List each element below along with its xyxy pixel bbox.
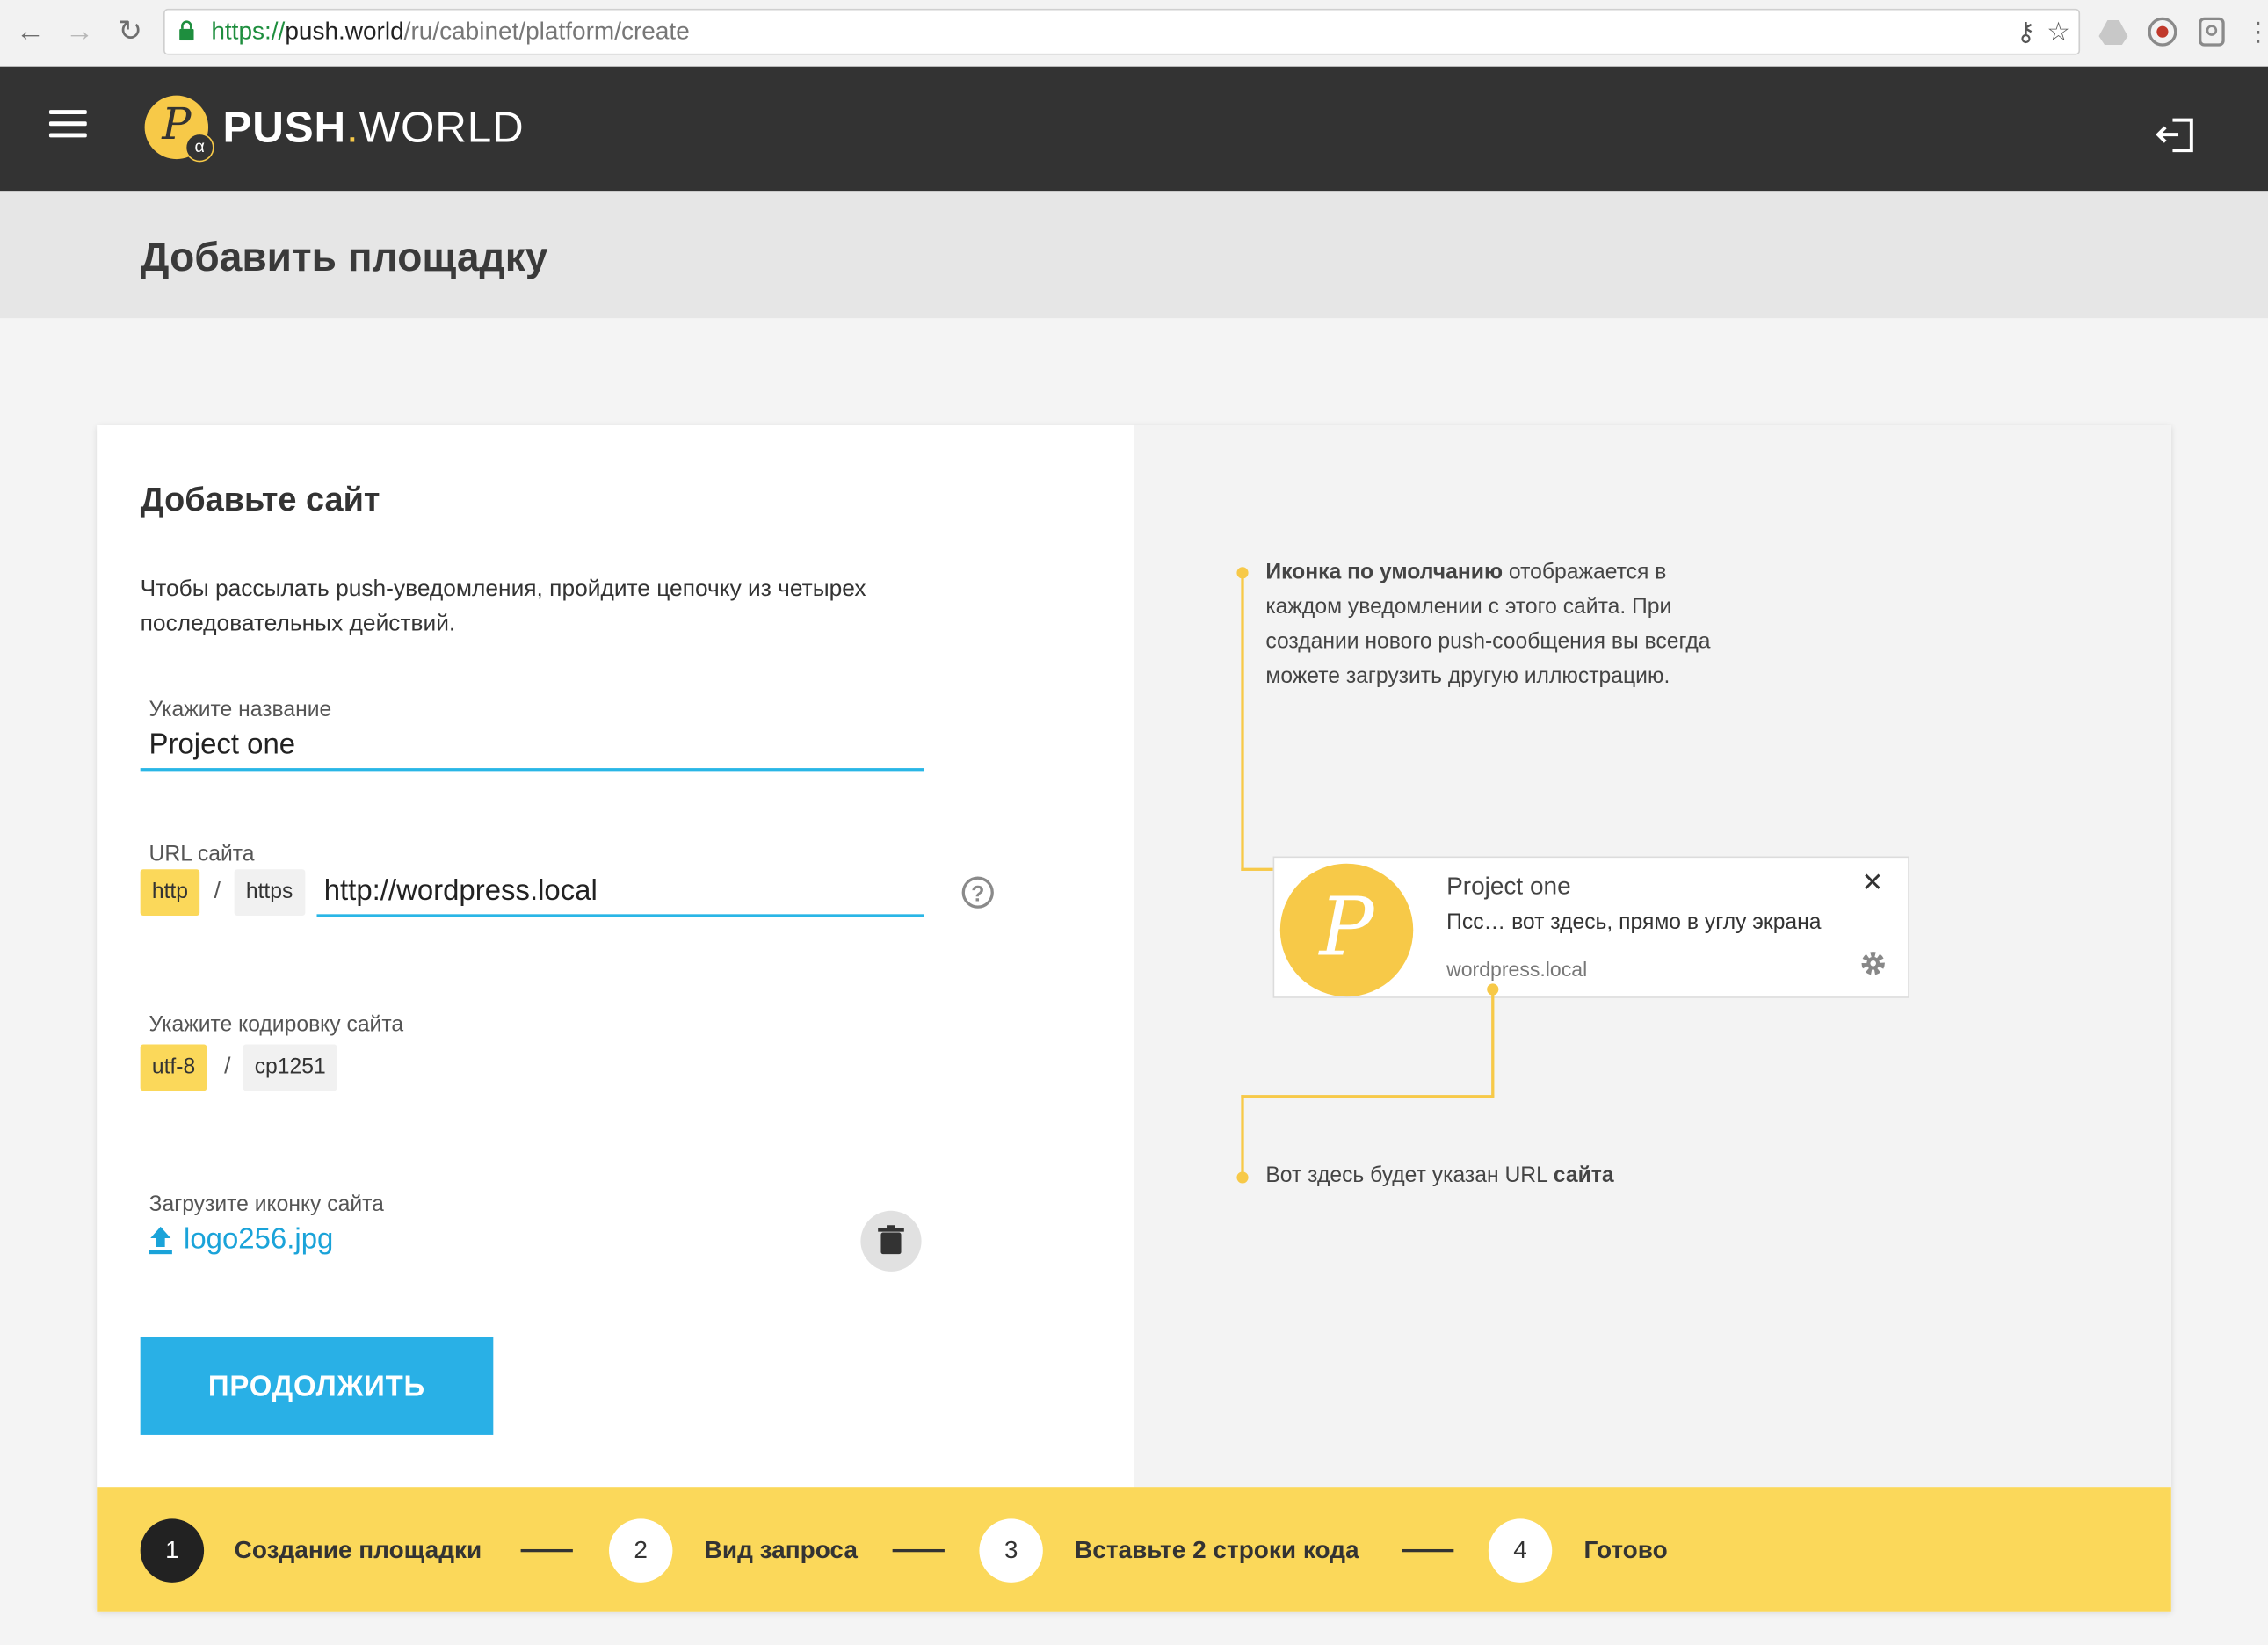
notification-body: Псс… вот здесь, прямо в углу экрана	[1446, 909, 1822, 935]
hamburger-menu-icon[interactable]	[48, 110, 87, 139]
hint-connector	[1241, 572, 1244, 871]
step-separator	[520, 1548, 573, 1553]
protocol-http-chip[interactable]: http	[140, 869, 200, 916]
back-arrow-icon[interactable]: ←	[11, 13, 49, 51]
uploaded-file-link[interactable]: logo256.jpg	[184, 1224, 333, 1257]
url-hint-text: Вот здесь будет указан URL сайта	[1265, 1163, 1614, 1188]
lock-icon	[179, 20, 194, 41]
bulb-extension-icon[interactable]	[2196, 16, 2228, 47]
name-input[interactable]: Project one	[149, 729, 296, 763]
url-input-underline	[316, 914, 924, 917]
form-intro: Чтобы рассылать push-уведомления, пройди…	[140, 576, 866, 637]
delete-icon-button[interactable]	[860, 1210, 922, 1272]
step-2-number: 2	[609, 1518, 673, 1583]
step-4-label: Готово	[1583, 1536, 1668, 1564]
address-bar[interactable]: https://push.world/ru/cabinet/platform/c…	[163, 8, 2081, 55]
trash-icon	[878, 1225, 904, 1255]
create-platform-card: Добавьте сайт Чтобы рассылать push-уведо…	[97, 424, 2171, 1612]
step-4-number: 4	[1488, 1518, 1553, 1583]
step-separator	[1402, 1548, 1454, 1553]
step-1-label: Создание площадки	[234, 1536, 482, 1564]
drive-extension-icon[interactable]	[2098, 16, 2129, 47]
step-1-number: 1	[140, 1518, 205, 1583]
site-form: Добавьте сайт Чтобы рассылать push-уведо…	[97, 424, 1134, 1488]
shield-extension-icon[interactable]	[2147, 16, 2178, 47]
form-title: Добавьте сайт	[140, 480, 380, 518]
close-icon: ✕	[1861, 867, 1884, 897]
hint-connector	[1241, 1095, 1495, 1098]
name-label: Укажите название	[149, 697, 332, 722]
logout-icon[interactable]	[2156, 116, 2196, 154]
brand-name[interactable]: PUSH.WORLD	[222, 105, 524, 154]
name-input-underline	[140, 768, 924, 772]
notification-title: Project one	[1446, 872, 1571, 900]
url-input[interactable]: http://wordpress.local	[324, 875, 598, 909]
encoding-separator: /	[224, 1054, 231, 1079]
step-2-label: Вид запроса	[704, 1536, 858, 1564]
hint-connector	[1241, 1095, 1244, 1173]
page-title-band: Добавить площадку	[0, 191, 2268, 319]
address-url: https://push.world/ru/cabinet/platform/c…	[211, 17, 690, 46]
star-icon[interactable]: ☆	[2047, 18, 2070, 48]
notification-preview: P Project one Псс… вот здесь, прямо в уг…	[1272, 856, 1909, 998]
key-icon[interactable]: ⚷	[2017, 18, 2036, 48]
browser-toolbar: ← → ↻ https://push.world/ru/cabinet/plat…	[0, 0, 2268, 69]
protocol-separator: /	[214, 879, 221, 904]
hint-connector	[1491, 989, 1495, 1097]
forward-arrow-icon[interactable]: →	[61, 13, 98, 51]
protocol-https-chip[interactable]: https	[234, 869, 305, 916]
app-header: P α PUSH.WORLD	[0, 66, 2268, 192]
encoding-cp1251-chip[interactable]: cp1251	[243, 1044, 337, 1091]
notification-logo-icon: P	[1279, 863, 1414, 997]
url-label: URL сайта	[149, 842, 255, 867]
logo-icon[interactable]: P α	[144, 95, 214, 163]
step-3-label: Вставьте 2 строки кода	[1075, 1536, 1359, 1564]
notification-preview-panel: Иконка по умолчанию отображается в каждо…	[1134, 424, 2171, 1488]
hint-marker	[1236, 1171, 1249, 1184]
upload-icon[interactable]	[146, 1224, 175, 1256]
icon-hint-text: Иконка по умолчанию отображается в каждо…	[1265, 560, 1711, 689]
help-icon[interactable]: ?	[961, 876, 994, 909]
reload-icon[interactable]: ↻	[112, 13, 149, 51]
continue-button[interactable]: ПРОДОЛЖИТЬ	[140, 1336, 494, 1435]
progress-steps: 1 Создание площадки 2 Вид запроса 3 Вста…	[97, 1487, 2171, 1612]
gear-icon	[1861, 952, 1885, 975]
icon-upload-label: Загрузите иконку сайта	[149, 1192, 384, 1217]
encoding-utf8-chip[interactable]: utf-8	[140, 1044, 207, 1091]
encoding-label: Укажите кодировку сайта	[149, 1012, 404, 1038]
menu-dots-icon[interactable]: ⋮	[2239, 13, 2268, 51]
notification-site: wordpress.local	[1446, 957, 1588, 982]
step-3-number: 3	[979, 1518, 1043, 1583]
step-separator	[892, 1548, 945, 1553]
page-title: Добавить площадку	[140, 234, 548, 279]
